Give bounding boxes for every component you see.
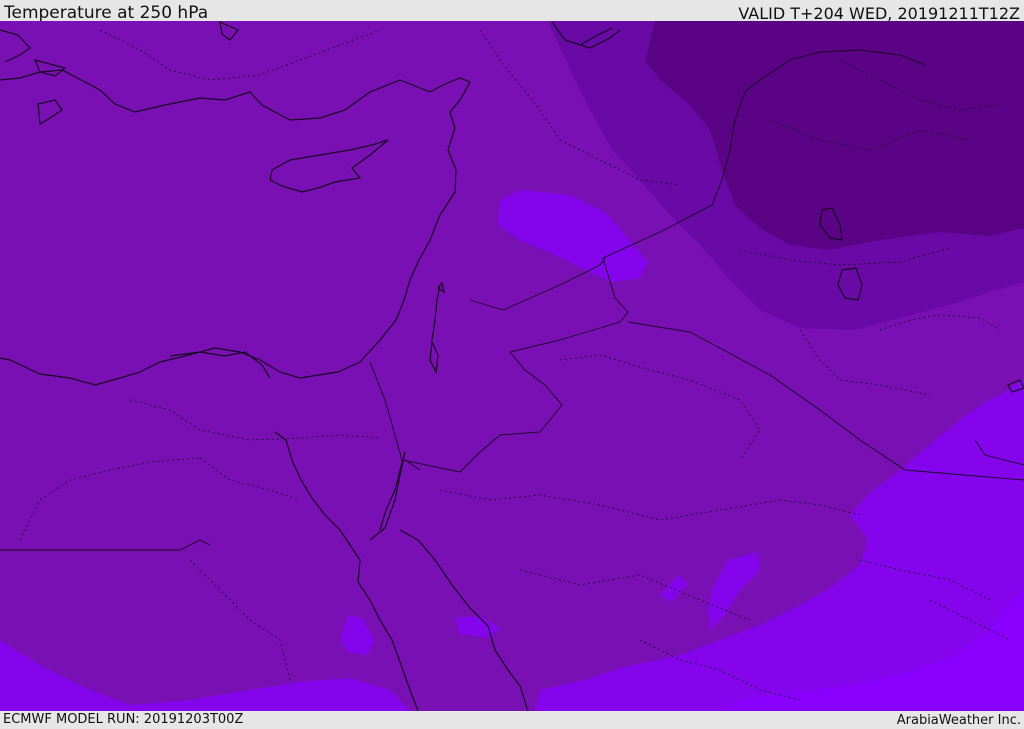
header-bar: Temperature at 250 hPa VALID T+204 WED, … [0, 0, 1024, 23]
map-title: Temperature at 250 hPa [4, 3, 209, 23]
model-run-label: ECMWF MODEL RUN: 20191203T00Z [3, 712, 244, 727]
temperature-map [0, 21, 1024, 711]
footer-bar: ECMWF MODEL RUN: 20191203T00Z ArabiaWeat… [0, 711, 1024, 729]
credit-label: ArabiaWeather Inc. [896, 713, 1021, 728]
